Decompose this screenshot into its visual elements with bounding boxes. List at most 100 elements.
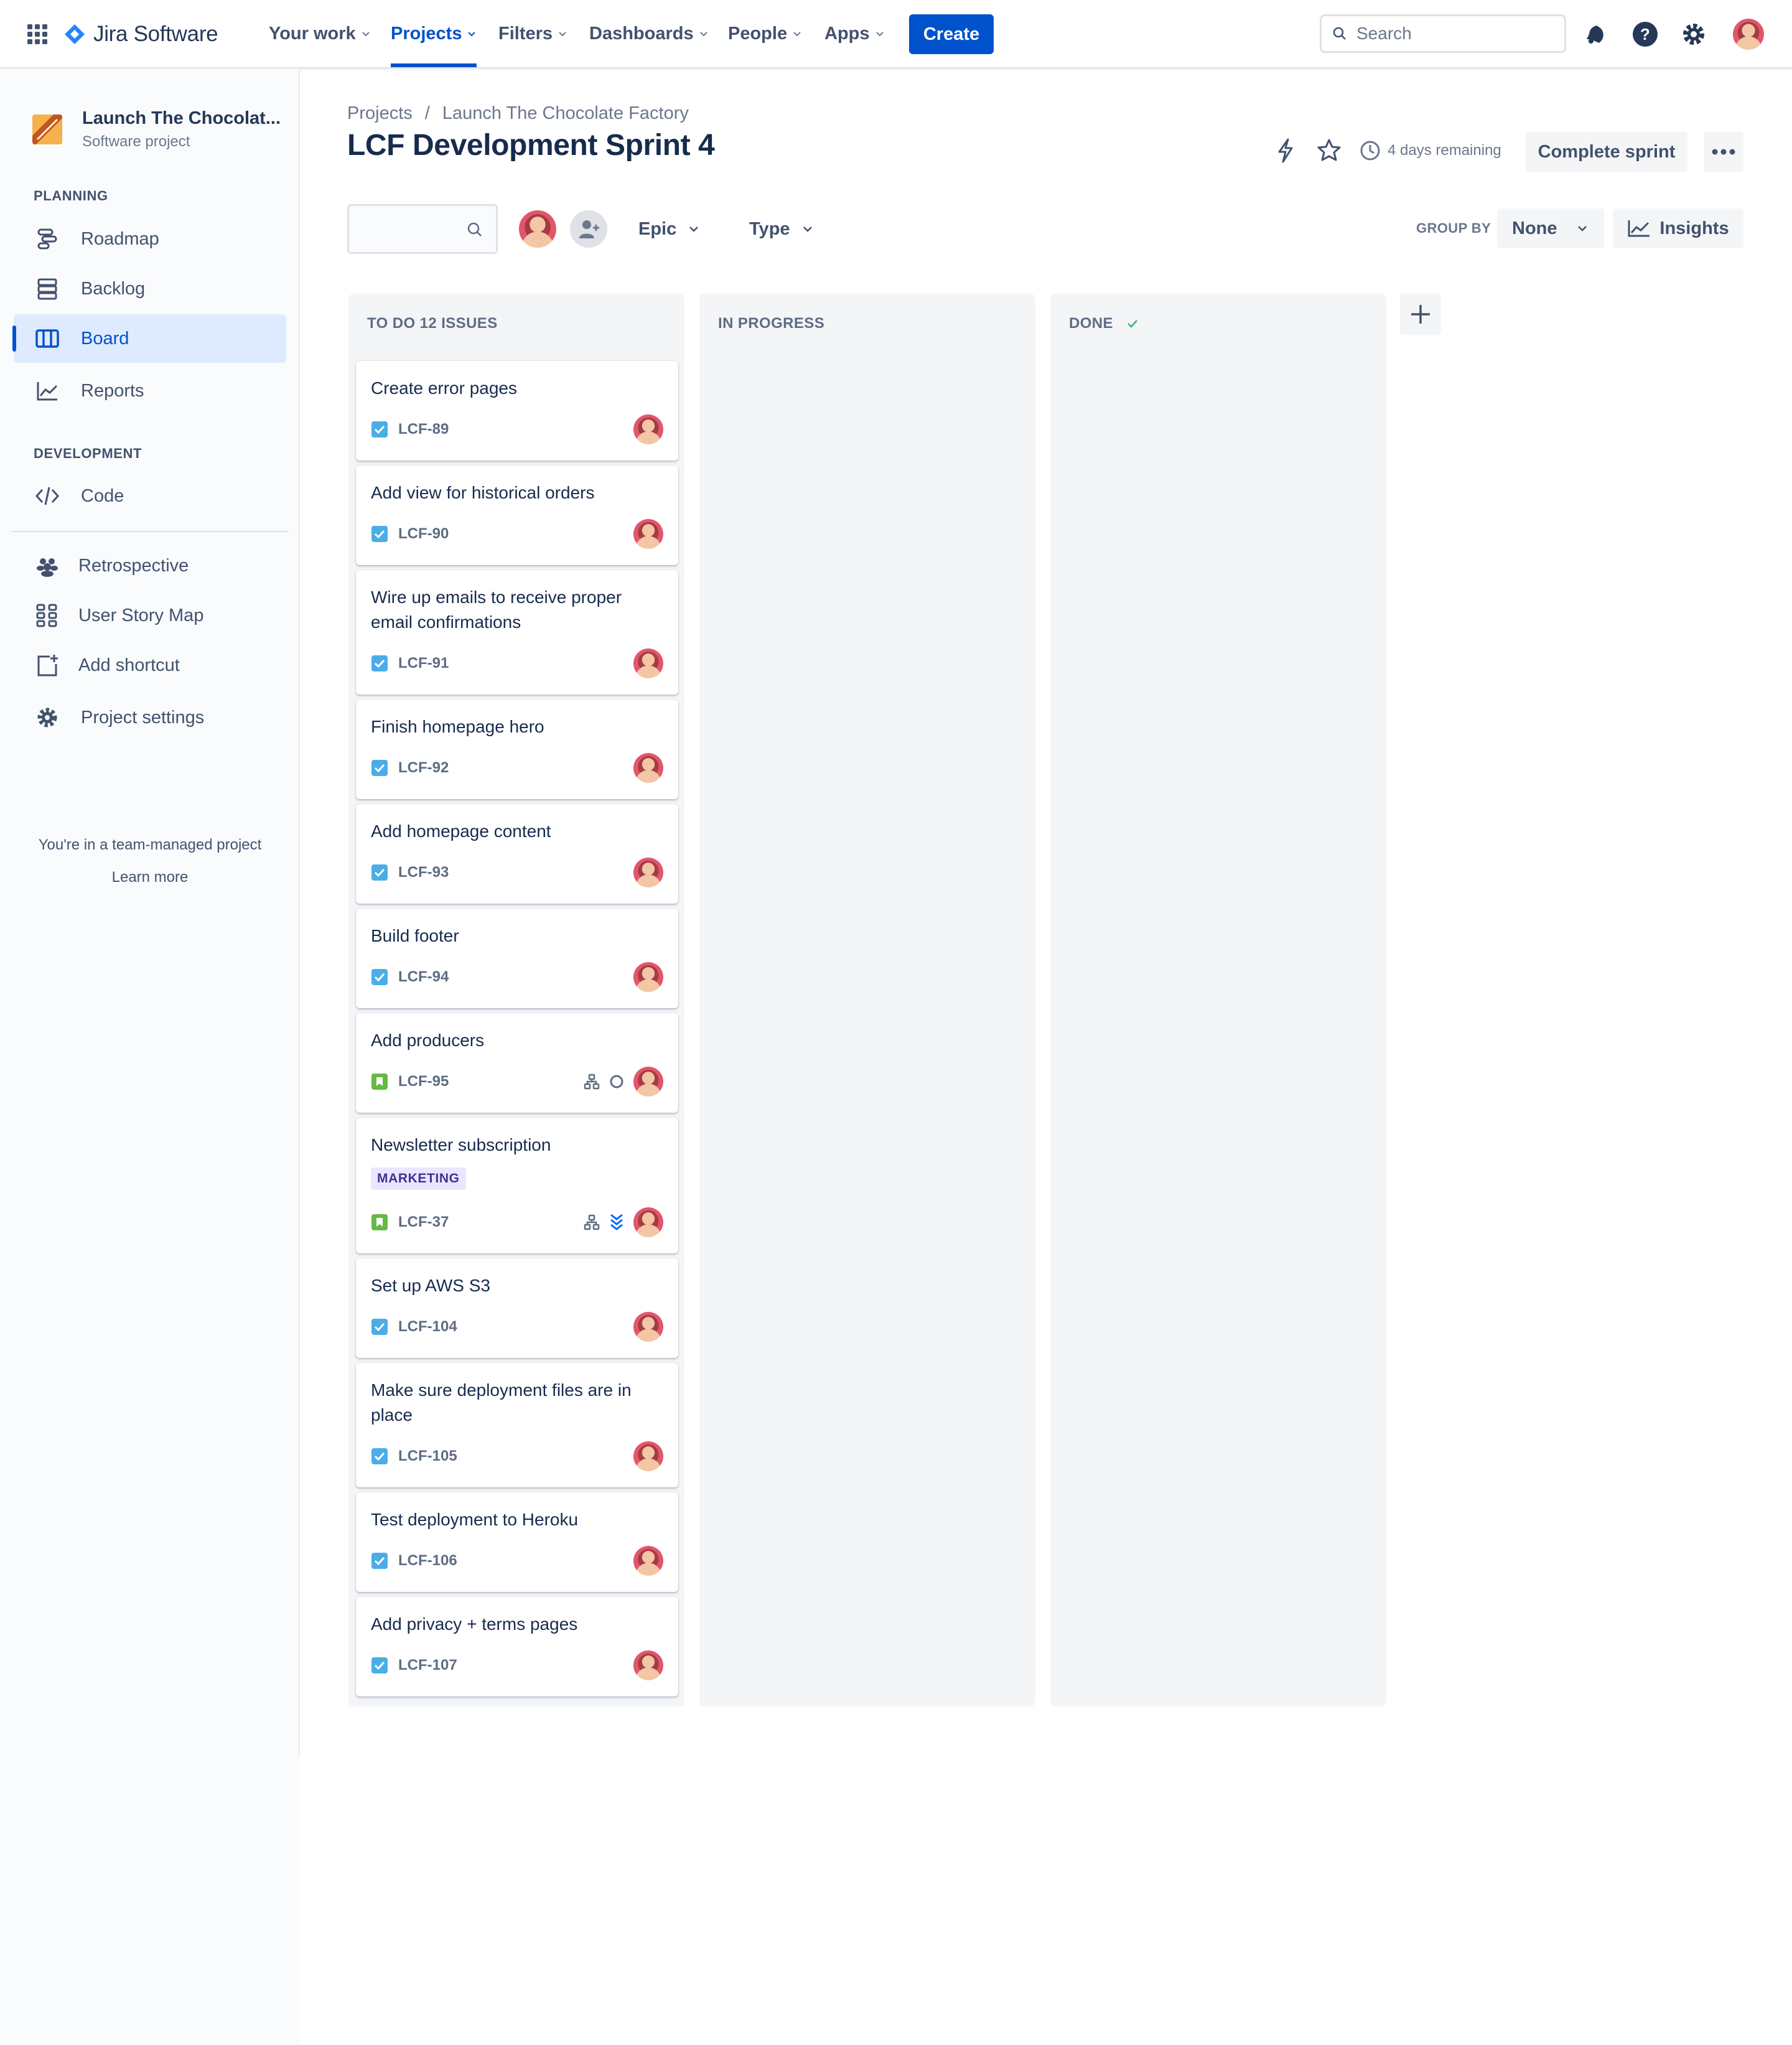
more-options-button[interactable] xyxy=(1704,132,1743,172)
issue-card[interactable]: Add view for historical orders LCF-90 xyxy=(356,466,678,565)
notifications-icon[interactable] xyxy=(1582,21,1609,48)
sidebar-item-retrospective[interactable]: Retrospective xyxy=(14,541,286,590)
group-by-dropdown[interactable]: None xyxy=(1497,208,1604,248)
issue-card[interactable]: Build footer LCF-94 xyxy=(356,909,678,1008)
nav-people[interactable]: People xyxy=(728,0,802,67)
status-circle-icon xyxy=(610,1075,623,1088)
issue-key[interactable]: LCF-91 xyxy=(398,655,449,672)
column-title: TO DO 12 ISSUES xyxy=(367,315,498,332)
assignee-avatar[interactable] xyxy=(633,1067,663,1097)
child-issues-icon xyxy=(584,1074,600,1090)
board-search-input[interactable] xyxy=(347,204,498,254)
insights-button[interactable]: Insights xyxy=(1613,208,1743,248)
sidebar-item-board[interactable]: Board xyxy=(12,314,286,363)
issue-key[interactable]: LCF-37 xyxy=(398,1214,449,1231)
sidebar-item-label: Retrospective xyxy=(78,555,189,576)
nav-your-work[interactable]: Your work xyxy=(269,0,371,67)
complete-sprint-button[interactable]: Complete sprint xyxy=(1526,132,1687,172)
add-column-button[interactable] xyxy=(1400,294,1441,335)
issue-card[interactable]: Test deployment to Heroku LCF-106 xyxy=(356,1492,678,1592)
issue-key[interactable]: LCF-92 xyxy=(398,759,449,777)
issue-card[interactable]: Add homepage content LCF-93 xyxy=(356,804,678,904)
global-search-input[interactable]: Search xyxy=(1320,14,1566,53)
nav-dashboards[interactable]: Dashboards xyxy=(589,0,709,67)
sidebar-item-reports[interactable]: Reports xyxy=(14,367,286,415)
assignee-avatar[interactable] xyxy=(633,1650,663,1680)
issue-card[interactable]: Create error pages LCF-89 xyxy=(356,361,678,461)
assignee-avatar[interactable] xyxy=(633,1207,663,1237)
epic-filter-dropdown[interactable]: Epic xyxy=(638,208,700,250)
assignee-avatar[interactable] xyxy=(633,753,663,783)
issue-key[interactable]: LCF-105 xyxy=(398,1448,457,1465)
sidebar-item-label: Code xyxy=(81,485,124,506)
assignee-filter-avatar[interactable] xyxy=(516,208,559,250)
user-avatar[interactable] xyxy=(1733,19,1764,50)
sidebar-item-code[interactable]: Code xyxy=(14,472,286,520)
nav-projects[interactable]: Projects xyxy=(391,0,477,67)
jira-logo[interactable]: Jira Software xyxy=(63,19,218,50)
page-title: LCF Development Sprint 4 xyxy=(347,129,715,162)
issue-card[interactable]: Newsletter subscription MARKETING LCF-37 xyxy=(356,1118,678,1253)
assignee-avatar[interactable] xyxy=(633,1441,663,1471)
code-icon xyxy=(32,481,62,511)
nav-filters-label: Filters xyxy=(498,23,553,44)
group-by-value: None xyxy=(1512,218,1557,238)
issue-key[interactable]: LCF-93 xyxy=(398,864,449,881)
sidebar-item-add-shortcut[interactable]: Add shortcut xyxy=(14,641,286,690)
sidebar-item-backlog[interactable]: Backlog xyxy=(14,264,286,313)
issue-label-lozenge[interactable]: MARKETING xyxy=(371,1168,466,1190)
task-type-icon xyxy=(371,760,388,776)
sidebar-item-label: Backlog xyxy=(81,278,146,299)
project-avatar[interactable] xyxy=(32,115,62,144)
issue-card[interactable]: Wire up emails to receive proper email c… xyxy=(356,570,678,695)
chevron-down-icon xyxy=(875,32,884,37)
star-icon[interactable] xyxy=(1314,136,1344,166)
assignee-avatar[interactable] xyxy=(633,1312,663,1342)
breadcrumb-projects[interactable]: Projects xyxy=(347,103,413,124)
issue-key[interactable]: LCF-107 xyxy=(398,1657,457,1674)
issue-key[interactable]: LCF-90 xyxy=(398,525,449,543)
learn-more-link[interactable]: Learn more xyxy=(0,869,300,886)
search-icon xyxy=(1333,27,1346,40)
sidebar-item-label: Project settings xyxy=(81,707,205,728)
chevron-down-icon xyxy=(1577,226,1587,232)
issue-key[interactable]: LCF-95 xyxy=(398,1073,449,1090)
issue-card[interactable]: Make sure deployment files are in place … xyxy=(356,1363,678,1487)
issue-card[interactable]: Set up AWS S3 LCF-104 xyxy=(356,1258,678,1358)
project-type: Software project xyxy=(82,133,190,150)
assignee-avatar[interactable] xyxy=(633,962,663,992)
issue-card[interactable]: Finish homepage hero LCF-92 xyxy=(356,700,678,799)
sidebar-item-label: Reports xyxy=(81,380,144,401)
sidebar-item-user-story-map[interactable]: User Story Map xyxy=(14,591,286,640)
issue-card[interactable]: Add privacy + terms pages LCF-107 xyxy=(356,1597,678,1696)
help-icon[interactable]: ? xyxy=(1631,21,1659,48)
create-button[interactable]: Create xyxy=(909,14,994,54)
app-switcher-icon[interactable] xyxy=(25,22,50,47)
type-filter-dropdown[interactable]: Type xyxy=(749,208,814,250)
nav-filters[interactable]: Filters xyxy=(498,0,567,67)
assignee-avatar[interactable] xyxy=(633,519,663,549)
assignee-avatar[interactable] xyxy=(633,414,663,444)
issue-title: Add homepage content xyxy=(371,821,551,841)
issue-card[interactable]: Add producers LCF-95 xyxy=(356,1013,678,1113)
nav-apps[interactable]: Apps xyxy=(824,0,885,67)
chevron-down-icon xyxy=(699,32,707,37)
issue-title: Finish homepage hero xyxy=(371,717,544,736)
task-type-icon xyxy=(371,1657,388,1673)
issue-key[interactable]: LCF-94 xyxy=(398,968,449,986)
sidebar-item-project-settings[interactable]: Project settings xyxy=(14,693,286,742)
automation-lightning-icon[interactable] xyxy=(1271,136,1300,166)
issue-key[interactable]: LCF-89 xyxy=(398,421,449,438)
settings-gear-icon[interactable] xyxy=(1680,21,1707,48)
user-story-map-icon xyxy=(32,601,62,630)
assignee-avatar[interactable] xyxy=(633,648,663,678)
assignee-avatar[interactable] xyxy=(633,1546,663,1576)
issue-key[interactable]: LCF-104 xyxy=(398,1318,457,1336)
assignee-avatar[interactable] xyxy=(633,858,663,887)
add-people-button[interactable] xyxy=(567,208,610,250)
sidebar-item-roadmap[interactable]: Roadmap xyxy=(14,215,286,263)
breadcrumb-project[interactable]: Launch The Chocolate Factory xyxy=(442,103,689,124)
insights-label: Insights xyxy=(1659,218,1729,238)
issue-key[interactable]: LCF-106 xyxy=(398,1552,457,1570)
project-name[interactable]: Launch The Chocolat... xyxy=(82,108,287,129)
